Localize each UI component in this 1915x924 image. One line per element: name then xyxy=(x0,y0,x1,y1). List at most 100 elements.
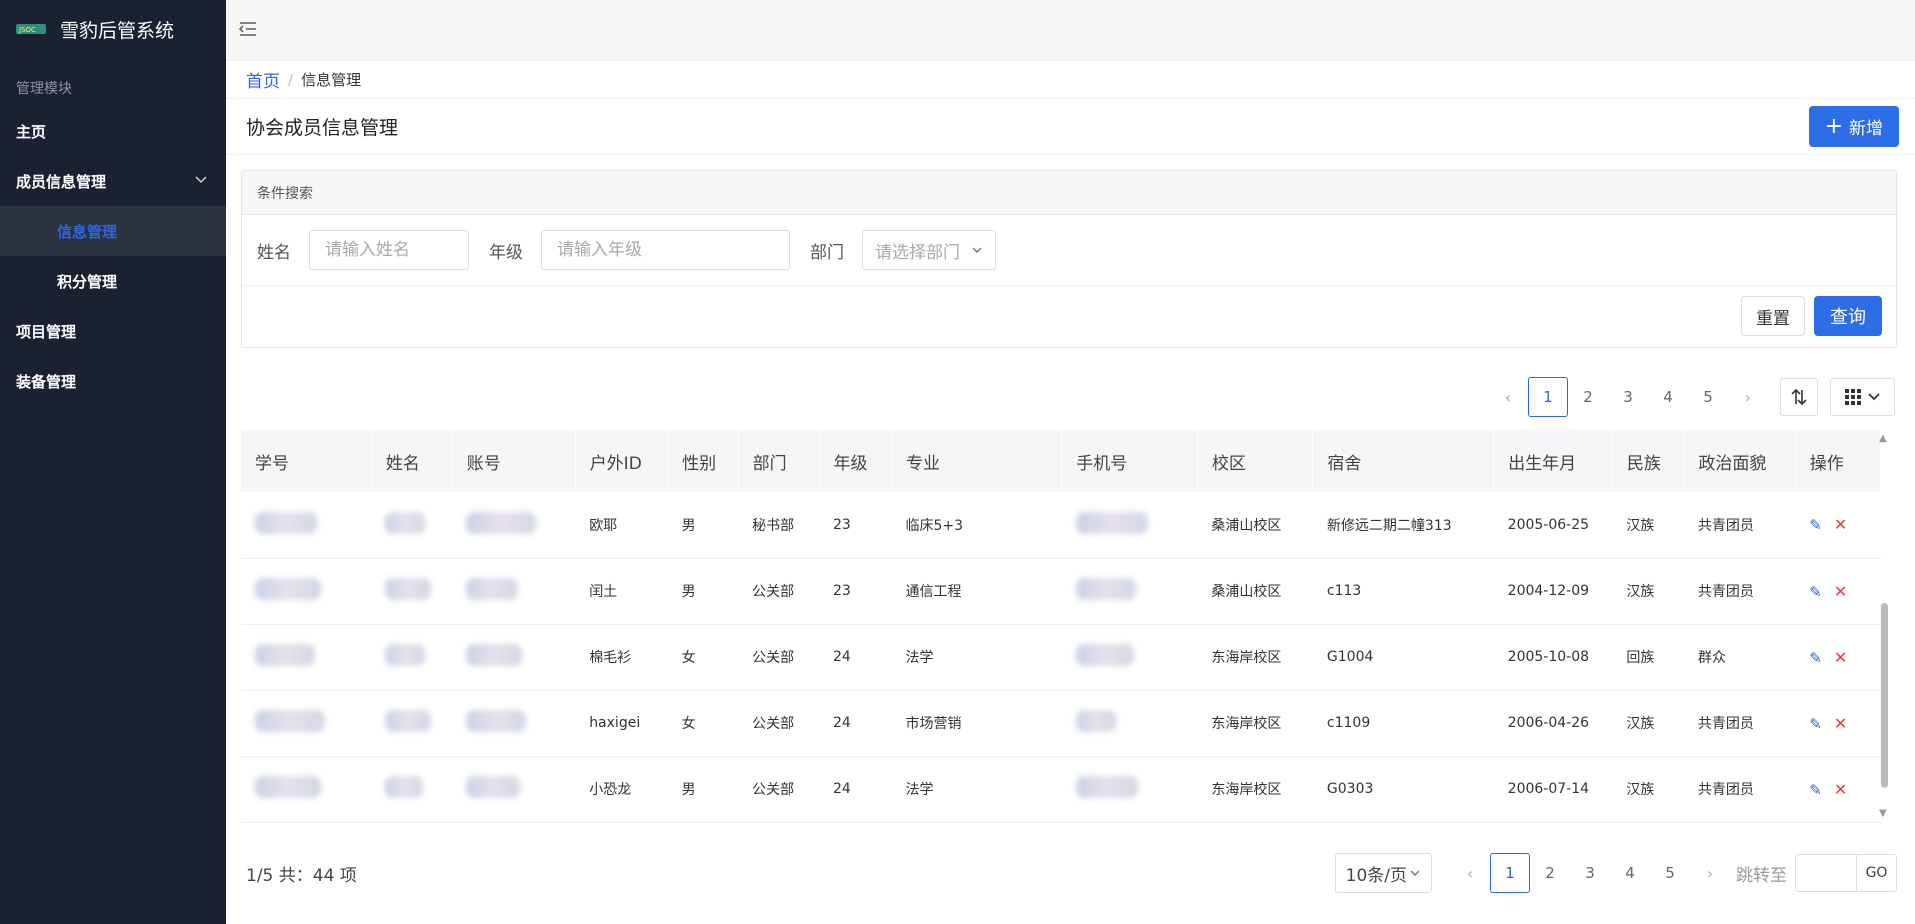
delete-icon[interactable]: ✕ xyxy=(1834,714,1847,733)
top-pagination: ‹ 1 2 3 4 5 › xyxy=(1488,377,1895,417)
scroll-down-icon[interactable]: ▼ xyxy=(1879,808,1887,819)
total-count: 1/5 共：44 项 xyxy=(246,865,357,886)
search-actions: 重置 查询 xyxy=(242,286,1896,346)
page-title: 协会成员信息管理 xyxy=(246,117,399,139)
page-button[interactable]: 3 xyxy=(1608,377,1648,417)
table-scrollbar[interactable]: ▲ ▼ xyxy=(1877,433,1891,823)
page-button[interactable]: 3 xyxy=(1570,853,1610,893)
edit-icon[interactable]: ✎ xyxy=(1809,516,1822,534)
edit-icon[interactable]: ✎ xyxy=(1809,781,1822,799)
grade-input[interactable] xyxy=(541,230,790,270)
brand[interactable]: JSOC 雪豹后管系统 xyxy=(0,0,226,58)
edit-icon[interactable]: ✎ xyxy=(1809,583,1822,601)
scrollbar-thumb[interactable] xyxy=(1881,603,1888,788)
chevron-down-icon xyxy=(972,247,982,253)
breadcrumb-home-link[interactable]: 首页 xyxy=(246,67,280,92)
column-header[interactable]: 性别 xyxy=(667,430,739,492)
cell-major: 临床5+3 xyxy=(891,492,1062,559)
column-header[interactable]: 民族 xyxy=(1612,430,1685,492)
scroll-up-icon[interactable]: ▲ xyxy=(1879,433,1887,444)
cell-grade: 24 xyxy=(819,756,892,823)
delete-icon[interactable]: ✕ xyxy=(1834,515,1847,534)
redacted-value xyxy=(255,710,325,732)
sidebar: JSOC 雪豹后管系统 管理模块 主页 成员信息管理 信息管理 积分管理 项目管… xyxy=(0,0,226,924)
reset-button[interactable]: 重置 xyxy=(1741,296,1805,336)
table-row[interactable]: haxigei 女公关部 24 市场营销 东海岸校区 c1109 2006-04-26 汉族共… xyxy=(241,690,1881,757)
sidebar-item-project-management[interactable]: 项目管理 xyxy=(0,306,226,356)
column-settings-button[interactable] xyxy=(1830,378,1895,416)
column-header[interactable]: 部门 xyxy=(738,430,820,492)
redacted-value xyxy=(385,644,426,666)
table-body: 欧耶男秘书部 23 临床5+3 桑浦山校区 新修远二期二幢313 2005-06-25 汉族… xyxy=(241,492,1881,823)
sidebar-item-info-management[interactable]: 信息管理 xyxy=(0,206,226,256)
cell-actions: ✎ ✕ xyxy=(1795,624,1881,691)
cell-outdoor-id: haxigei xyxy=(575,690,668,757)
sidebar-item-label: 成员信息管理 xyxy=(16,172,107,191)
column-header[interactable]: 校区 xyxy=(1197,430,1314,492)
next-page-button[interactable]: › xyxy=(1728,377,1768,417)
cell-dept: 公关部 xyxy=(738,756,819,823)
dept-select[interactable]: 请选择部门 xyxy=(862,230,996,270)
edit-icon[interactable]: ✎ xyxy=(1809,715,1822,733)
go-button[interactable]: GO xyxy=(1857,854,1897,892)
column-header[interactable]: 年级 xyxy=(819,430,893,492)
name-input[interactable] xyxy=(309,230,469,270)
sidebar-item-equipment-management[interactable]: 装备管理 xyxy=(0,356,226,406)
table-row[interactable]: 棉毛衫女公关部 24 法学 东海岸校区 G1004 2005-10-08 回族 群众 ✎ ✕ xyxy=(241,624,1881,691)
cell-name xyxy=(371,756,453,823)
redacted-value xyxy=(385,776,424,798)
page-size-select[interactable]: 10条/页 xyxy=(1334,853,1432,893)
sidebar-item-points-management[interactable]: 积分管理 xyxy=(0,256,226,306)
query-button[interactable]: 查询 xyxy=(1814,296,1882,336)
app-root: JSOC 雪豹后管系统 管理模块 主页 成员信息管理 信息管理 积分管理 项目管… xyxy=(0,0,1915,924)
column-header[interactable]: 姓名 xyxy=(371,430,453,492)
column-header[interactable]: 专业 xyxy=(891,430,1063,492)
cell-grade: 23 xyxy=(819,492,892,559)
cell-dorm: G0303 xyxy=(1312,756,1494,823)
sidebar-item-home[interactable]: 主页 xyxy=(0,106,226,156)
column-header[interactable]: 账号 xyxy=(452,430,576,492)
cell-campus: 东海岸校区 xyxy=(1197,690,1313,757)
column-header[interactable]: 户外ID xyxy=(575,430,669,492)
next-page-button[interactable]: › xyxy=(1690,853,1730,893)
page-button[interactable]: 5 xyxy=(1650,853,1690,893)
delete-icon[interactable]: ✕ xyxy=(1834,780,1847,799)
page-button[interactable]: 4 xyxy=(1610,853,1650,893)
edit-icon[interactable]: ✎ xyxy=(1809,649,1822,667)
redacted-value xyxy=(255,644,315,666)
column-header[interactable]: 出生年月 xyxy=(1493,430,1613,492)
page-button[interactable]: 1 xyxy=(1528,377,1568,417)
column-header[interactable]: 宿舍 xyxy=(1312,430,1495,492)
add-button[interactable]: + 新增 xyxy=(1808,106,1899,147)
cell-phone xyxy=(1061,492,1198,559)
table-row[interactable]: 小恐龙男公关部 24 法学 东海岸校区 G0303 2006-07-14 汉族 共青团员 ✎ ✕ xyxy=(241,756,1881,823)
prev-page-button[interactable]: ‹ xyxy=(1450,853,1490,893)
page-button[interactable]: 4 xyxy=(1648,377,1688,417)
delete-icon[interactable]: ✕ xyxy=(1834,582,1847,601)
prev-page-button[interactable]: ‹ xyxy=(1488,377,1528,417)
sort-toggle-button[interactable] xyxy=(1780,378,1818,416)
redacted-value xyxy=(466,644,523,666)
table-row[interactable]: 闰土男公关部 23 通信工程 桑浦山校区 c113 2004-12-09 汉族 共青团员 ✎ ✕ xyxy=(241,558,1881,625)
cell-dept: 秘书部 xyxy=(738,492,819,559)
page-button[interactable]: 2 xyxy=(1530,853,1570,893)
page-button[interactable]: 5 xyxy=(1688,377,1728,417)
redacted-value xyxy=(466,776,521,798)
table-header-row: 学号 姓名 账号 户外ID 性别 部门 年级 专业 手机号 校区 宿舍 出生年月… xyxy=(241,430,1881,492)
menu-collapse-icon[interactable] xyxy=(238,20,258,38)
jump-page-input[interactable] xyxy=(1795,854,1857,892)
delete-icon[interactable]: ✕ xyxy=(1834,648,1847,667)
redacted-value xyxy=(385,578,432,600)
redacted-value xyxy=(385,511,426,534)
table-row[interactable]: 欧耶男秘书部 23 临床5+3 桑浦山校区 新修远二期二幢313 2005-06-25 汉族… xyxy=(241,492,1881,559)
redacted-value xyxy=(1075,776,1138,798)
sidebar-item-member-info[interactable]: 成员信息管理 xyxy=(0,156,226,206)
page-button[interactable]: 1 xyxy=(1490,853,1530,893)
column-header[interactable]: 手机号 xyxy=(1061,430,1198,492)
column-header[interactable]: 政治面貌 xyxy=(1683,430,1796,492)
page-button[interactable]: 2 xyxy=(1568,377,1608,417)
cell-political: 共青团员 xyxy=(1683,756,1796,823)
cell-grade: 24 xyxy=(819,690,892,757)
column-header[interactable]: 学号 xyxy=(241,430,372,492)
cell-ethnic: 汉族 xyxy=(1612,690,1684,757)
